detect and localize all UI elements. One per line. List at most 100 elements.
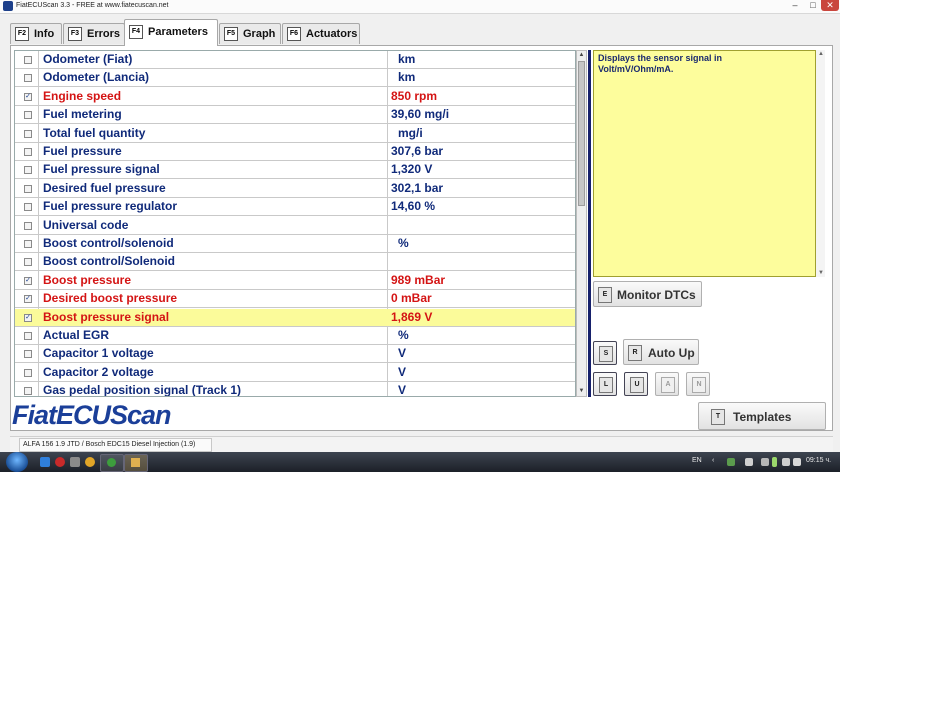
tab-parameters[interactable]: F4 Parameters [124, 19, 218, 46]
parameter-checkbox[interactable] [24, 56, 32, 64]
parameter-name: Capacitor 2 voltage [43, 365, 154, 379]
parameter-row[interactable]: ✓ Boost pressure 989 mBar [15, 272, 575, 290]
parameter-row[interactable]: Odometer (Lancia) km [15, 69, 575, 87]
parameter-value: V [398, 365, 407, 379]
tray-app-icon[interactable] [727, 458, 735, 466]
maximize-button[interactable]: □ [804, 0, 822, 11]
monitor-dtcs-button[interactable]: E Monitor DTCs [593, 281, 702, 307]
parameter-checkbox[interactable]: ✓ [24, 295, 32, 303]
parameter-checkbox[interactable] [24, 350, 32, 358]
download-icon[interactable] [70, 457, 80, 467]
taskbar-app-explorer[interactable] [124, 454, 148, 472]
parameter-row[interactable]: ✓ Boost pressure signal 1,869 V [15, 309, 575, 327]
parameter-name: Boost control/solenoid [43, 236, 174, 250]
button-label: Templates [733, 410, 792, 424]
tray-expand-icon[interactable]: ‹ [712, 457, 714, 464]
parameter-row[interactable]: Actual EGR% [15, 327, 575, 345]
scroll-down-arrow-icon[interactable]: ▼ [577, 387, 586, 396]
parameter-row[interactable]: Fuel metering 39,60 mg/i [15, 106, 575, 124]
parameter-row[interactable]: Fuel pressure regulator 14,60 % [15, 198, 575, 216]
parameter-row[interactable]: Capacitor 2 voltage V [15, 364, 575, 382]
scroll-down-arrow-icon[interactable]: ▼ [818, 270, 824, 276]
parameter-row[interactable]: Total fuel quantity mg/i [15, 125, 575, 143]
parameter-checkbox[interactable] [24, 332, 32, 340]
key-hint: L [599, 377, 613, 393]
u-button[interactable]: U [624, 372, 648, 396]
parameter-row[interactable]: Odometer (Fiat) km [15, 51, 575, 69]
templates-button[interactable]: T Templates [698, 402, 826, 430]
parameter-row[interactable]: ✓ Desired boost pressure 0 mBar [15, 290, 575, 308]
parameter-checkbox[interactable] [24, 74, 32, 82]
parameter-checkbox[interactable] [24, 111, 32, 119]
tab-key: F4 [129, 25, 143, 39]
parameter-value: 302,1 bar [391, 181, 444, 195]
parameter-row[interactable]: Boost control/Solenoid [15, 253, 575, 271]
firefox-icon[interactable] [85, 457, 95, 467]
parameter-checkbox[interactable] [24, 369, 32, 377]
tab-info[interactable]: F2 Info [10, 23, 62, 44]
parameter-row[interactable]: Fuel pressure 307,6 bar [15, 143, 575, 161]
parameter-checkbox[interactable] [24, 387, 32, 395]
scroll-up-arrow-icon[interactable]: ▲ [818, 51, 824, 57]
parameter-checkbox[interactable] [24, 185, 32, 193]
parameter-checkbox[interactable] [24, 166, 32, 174]
parameter-row[interactable]: Fuel pressure signal 1,320 V [15, 161, 575, 179]
tray-app-icon[interactable] [745, 458, 753, 466]
auto-up-button[interactable]: R Auto Up [623, 339, 699, 365]
parameter-row[interactable]: Desired fuel pressure 302,1 bar [15, 180, 575, 198]
parameter-checkbox[interactable] [24, 148, 32, 156]
tab-label: Parameters [148, 26, 208, 38]
s-button[interactable]: S [593, 341, 617, 365]
parameter-row[interactable]: Gas pedal position signal (Track 1) V [15, 382, 575, 397]
parameter-value: V [398, 383, 407, 397]
parameter-row[interactable]: Capacitor 1 voltage V [15, 345, 575, 363]
parameter-checkbox[interactable]: ✓ [24, 93, 32, 101]
language-indicator[interactable]: EN [692, 457, 702, 464]
battery-icon[interactable] [772, 457, 777, 467]
key-hint: E [598, 287, 612, 303]
start-button-icon[interactable] [6, 452, 28, 472]
windows-taskbar: EN ‹ 09:15 ч. [0, 452, 840, 472]
parameter-name: Fuel pressure regulator [43, 199, 178, 213]
close-button[interactable]: ✕ [821, 0, 839, 11]
tab-key: F3 [68, 27, 82, 41]
tab-label: Info [34, 28, 55, 40]
parameter-checkbox[interactable]: ✓ [24, 277, 32, 285]
parameter-table-scrollbar[interactable]: ▲ ▼ [576, 50, 587, 397]
parameter-row[interactable]: Boost control/solenoid% [15, 235, 575, 253]
help-scrollbar[interactable]: ▲ ▼ [816, 50, 825, 277]
parameter-checkbox[interactable]: ✓ [24, 314, 32, 322]
volume-icon[interactable] [793, 458, 801, 466]
panel-splitter[interactable] [588, 50, 591, 397]
scroll-thumb[interactable] [578, 61, 585, 206]
parameter-row[interactable]: Universal code [15, 217, 575, 235]
tab-errors[interactable]: F3 Errors [63, 23, 125, 44]
parameter-name: Desired fuel pressure [43, 181, 166, 195]
tray-app-icon[interactable] [761, 458, 769, 466]
parameter-checkbox[interactable] [24, 222, 32, 230]
parameter-checkbox[interactable] [24, 258, 32, 266]
parameter-checkbox[interactable] [24, 240, 32, 248]
tab-actuators[interactable]: F6 Actuators [282, 23, 360, 44]
tab-label: Actuators [306, 28, 358, 40]
parameter-row[interactable]: ✓ Engine speed 850 rpm [15, 88, 575, 106]
parameter-name: Fuel metering [43, 107, 122, 121]
clock[interactable]: 09:15 ч. [806, 457, 831, 464]
tab-graph[interactable]: F5 Graph [219, 23, 281, 44]
n-button[interactable]: N [686, 372, 710, 396]
parameter-name: Capacitor 1 voltage [43, 346, 154, 360]
l-button[interactable]: L [593, 372, 617, 396]
internet-explorer-icon[interactable] [40, 457, 50, 467]
parameter-table[interactable]: Odometer (Fiat) km Odometer (Lancia) km ✓ Eng… [14, 50, 576, 397]
taskbar-app-fiatecuscan[interactable] [100, 454, 124, 472]
a-button[interactable]: A [655, 372, 679, 396]
minimize-button[interactable]: – [786, 0, 804, 11]
parameter-name: Engine speed [43, 89, 122, 103]
parameter-checkbox[interactable] [24, 130, 32, 138]
opera-icon[interactable] [55, 457, 65, 467]
parameter-name: Fuel pressure signal [43, 162, 160, 176]
network-icon[interactable] [782, 458, 790, 466]
scroll-up-arrow-icon[interactable]: ▲ [577, 51, 586, 60]
parameter-checkbox[interactable] [24, 203, 32, 211]
button-label: Auto Up [648, 346, 695, 360]
